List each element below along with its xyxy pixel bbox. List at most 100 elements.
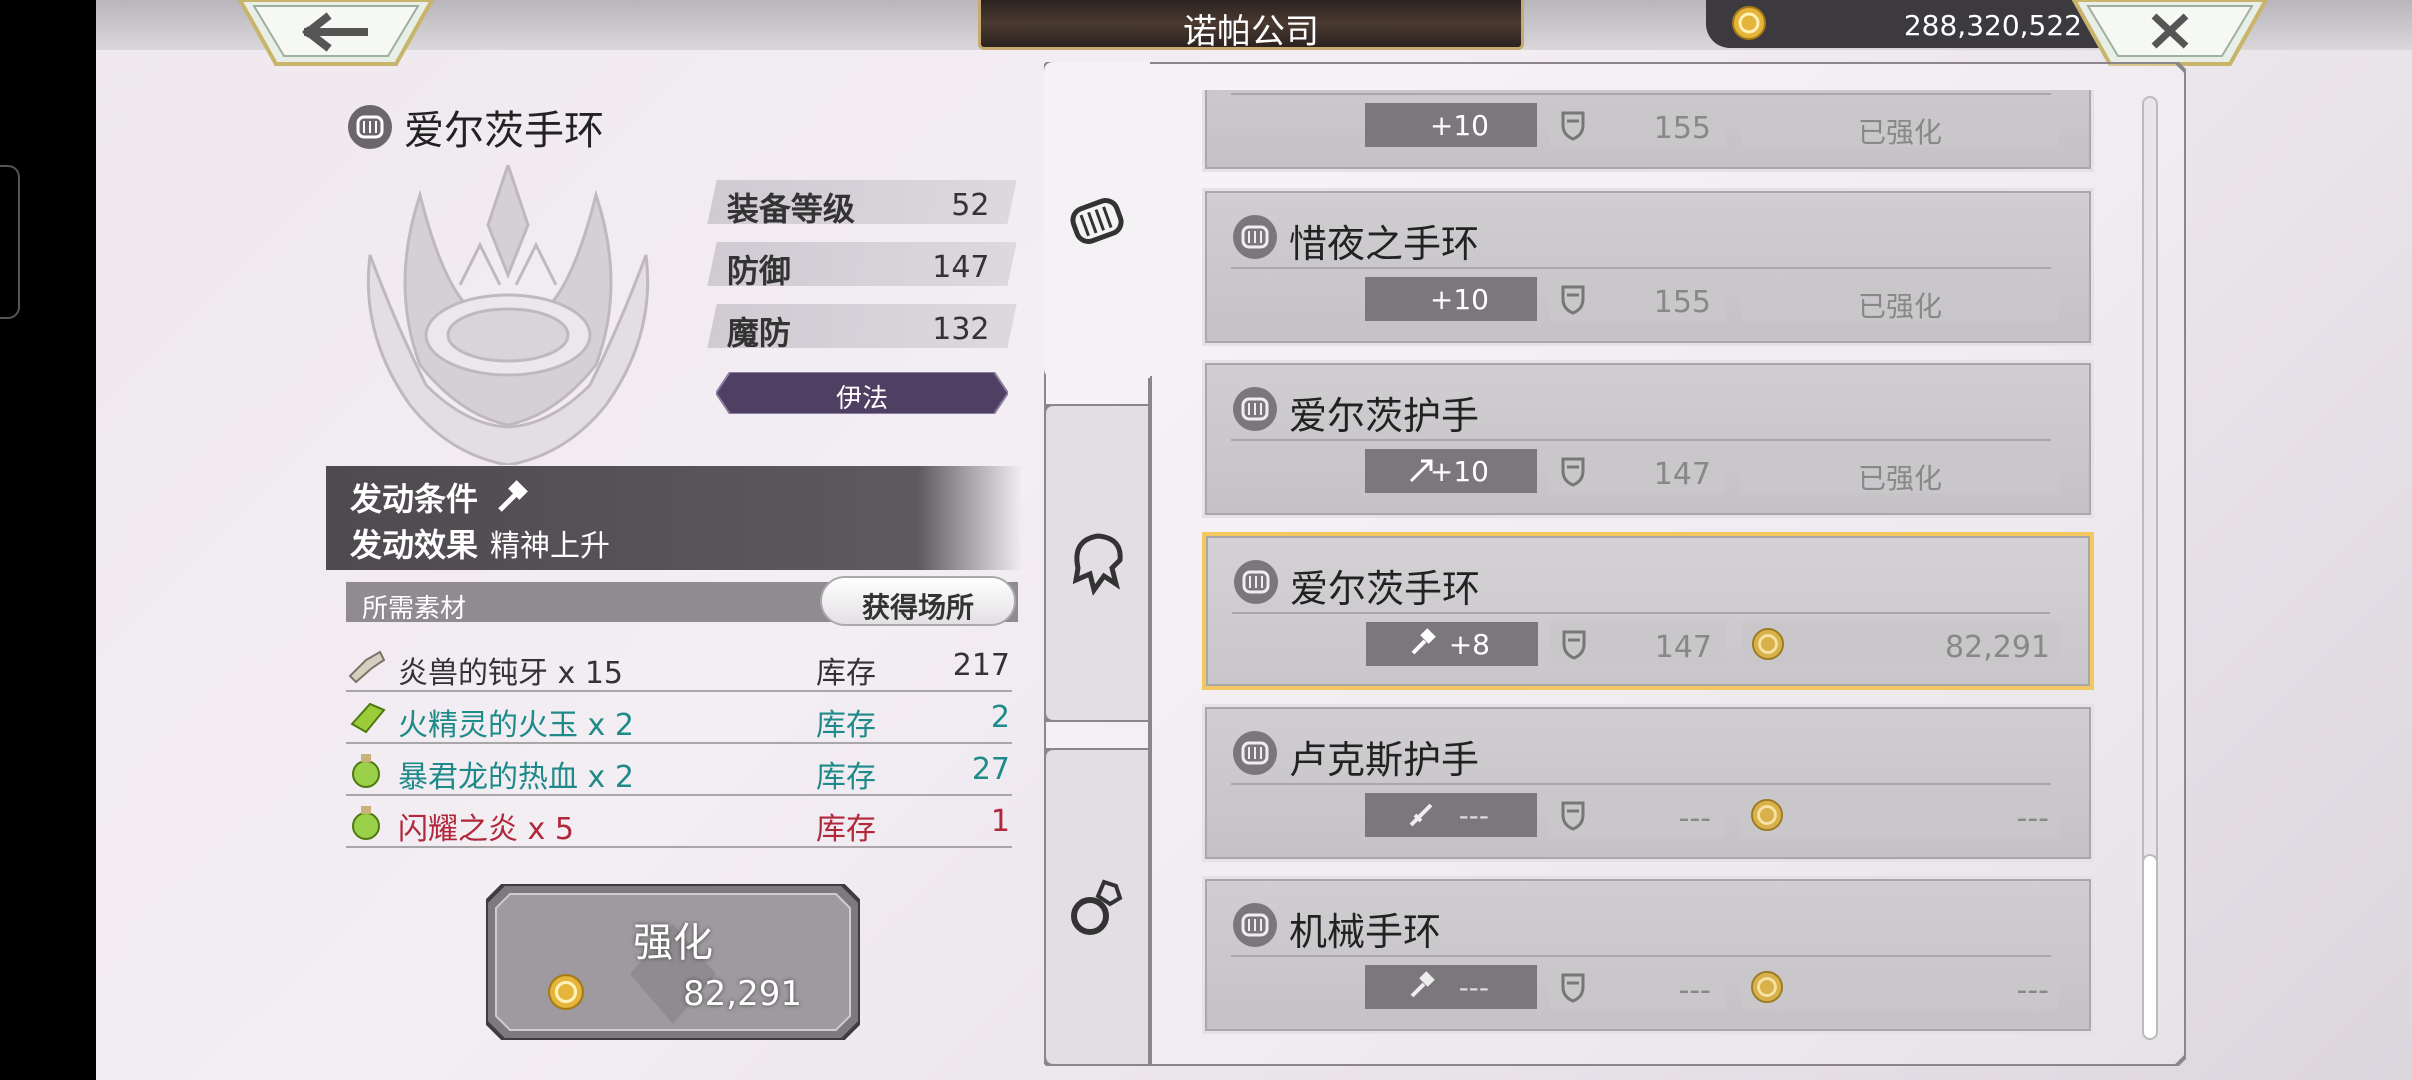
obtain-location-label: 获得场所	[861, 591, 974, 624]
shield-icon	[1557, 971, 1589, 1011]
effect-row: 发动效果 精神上升	[350, 520, 610, 566]
tab-gloves[interactable]	[1042, 402, 1152, 724]
enhance-level: +10	[1365, 103, 1537, 147]
stock-count: 2	[990, 700, 1010, 735]
gold-coin-icon	[1751, 971, 1783, 1007]
enhance-level-value: +10	[1429, 455, 1489, 488]
enhanced-status: 已强化	[1857, 462, 1942, 495]
shield-icon	[1557, 799, 1589, 839]
tab-bracelet[interactable]	[1044, 62, 1150, 378]
enhance-button[interactable]: 强化 82,291	[486, 884, 860, 1040]
status-cell: 已强化	[1741, 449, 2059, 495]
card-divider	[1231, 267, 2051, 269]
device-notch	[0, 165, 20, 319]
equipment-list[interactable]: +10 155 已强化 惜夜之手环 +10 155 已强化 爱尔茨护手 +10 147 已强化 爱尔茨…	[1196, 90, 2106, 1060]
equipment-card[interactable]: 卢克斯护手 --- --- ---	[1202, 704, 2094, 862]
defense-cell: 147	[1549, 449, 1725, 493]
card-divider	[1232, 612, 2050, 614]
bracelet-badge-icon	[1231, 213, 1279, 265]
close-button[interactable]	[2072, 0, 2268, 66]
enhance-level-value: ---	[1458, 971, 1489, 1004]
obtain-location-button[interactable]: 获得场所	[820, 576, 1016, 626]
fang-icon	[346, 646, 388, 690]
stat-label: 魔防	[726, 314, 791, 352]
stat-row-defense: 防御 147	[707, 242, 1017, 290]
character-tag: 伊法	[716, 372, 1008, 414]
card-divider	[1231, 783, 2051, 785]
shield-icon	[1557, 455, 1589, 495]
equipment-card-selected[interactable]: 爱尔茨手环 +8 147 82,291	[1202, 532, 2094, 690]
gold-coin-icon	[548, 974, 584, 1010]
enhance-level-value: +8	[1448, 628, 1490, 661]
ring-icon	[1071, 879, 1123, 935]
stock-count: 1	[990, 804, 1010, 839]
equipment-card[interactable]: 爱尔茨护手 +10 147 已强化	[1202, 360, 2094, 518]
gold-coin-icon	[1732, 6, 1766, 40]
defense-cell: ---	[1549, 793, 1725, 837]
character-tag-label: 伊法	[835, 384, 888, 414]
defense-value: 147	[1654, 630, 1712, 665]
defense-value: ---	[1678, 973, 1711, 1008]
potion-icon	[346, 802, 388, 846]
scrollbar-thumb[interactable]	[2142, 854, 2158, 1040]
stock-count: 217	[952, 648, 1010, 683]
enhance-level: ---	[1365, 965, 1537, 1009]
card-divider	[1231, 955, 2051, 957]
stat-value: 147	[931, 250, 990, 285]
gold-coin-icon	[1752, 628, 1784, 664]
back-button[interactable]	[238, 0, 434, 66]
potion-icon	[346, 750, 388, 794]
status-cell: 已强化	[1741, 277, 2059, 323]
cost-cell: ---	[1741, 793, 2059, 837]
enhance-cost-value: ---	[2016, 801, 2049, 836]
shield-icon	[1558, 628, 1590, 668]
equipment-name: 惜夜之手环	[1289, 222, 1480, 266]
hammer-icon	[1407, 971, 1437, 1008]
effect-label: 发动效果	[350, 526, 479, 564]
equipment-card[interactable]: 机械手环 --- --- ---	[1202, 876, 2094, 1034]
enhance-label: 强化	[633, 920, 713, 966]
enhance-level-value: +10	[1429, 109, 1489, 142]
hammer-icon	[1408, 628, 1438, 665]
equipment-name: 爱尔茨护手	[1289, 394, 1480, 438]
tab-ring[interactable]	[1042, 746, 1152, 1068]
bracelet-badge-icon	[1231, 385, 1279, 437]
defense-cell: 147	[1550, 622, 1726, 666]
shield-icon	[1557, 283, 1589, 323]
enhance-cost-value: 82,291	[1945, 630, 2050, 665]
material-name: 炎兽的钝牙 x 15	[398, 656, 623, 691]
enhance-level: +10	[1365, 449, 1537, 493]
shield-icon	[1557, 109, 1589, 149]
condition-label: 发动条件	[350, 480, 479, 518]
currency-amount: 288,320,522	[1903, 9, 2082, 42]
stat-row-level: 装备等级 52	[707, 180, 1017, 228]
material-name: 闪耀之炎 x 5	[398, 812, 574, 847]
card-divider	[1231, 93, 2051, 95]
skill-condition-panel: 发动条件 发动效果 精神上升	[326, 466, 1022, 570]
stat-value: 132	[931, 312, 990, 347]
stat-label: 装备等级	[726, 190, 855, 228]
equipment-card[interactable]: +10 155 已强化	[1202, 90, 2094, 172]
cost-cell: ---	[1741, 965, 2059, 1009]
bracelet-badge-icon	[1231, 729, 1279, 781]
enhance-level-value: ---	[1458, 799, 1489, 832]
page-title: 诺帕公司	[1183, 12, 1319, 52]
stock-label: 库存	[816, 708, 876, 743]
card-divider	[1231, 439, 2051, 441]
status-cell: 已强化	[1741, 103, 2059, 149]
equipment-name: 机械手环	[1289, 910, 1442, 954]
enhanced-status: 已强化	[1857, 290, 1942, 323]
enhanced-status: 已强化	[1857, 116, 1942, 149]
hammer-icon	[498, 480, 528, 512]
material-row: 暴君龙的热血 x 2 库存 27	[346, 744, 1012, 796]
currency-display: 288,320,522	[1706, 0, 2130, 48]
enhance-level-value: +10	[1429, 283, 1489, 316]
stock-label: 库存	[816, 656, 876, 691]
material-name: 火精灵的火玉 x 2	[398, 708, 634, 743]
materials-header-label: 所需素材	[362, 594, 467, 624]
equipment-card[interactable]: 惜夜之手环 +10 155 已强化	[1202, 188, 2094, 346]
bracelet-badge-icon	[1232, 558, 1280, 610]
defense-cell: ---	[1549, 965, 1725, 1009]
equipment-name: 爱尔茨手环	[1290, 567, 1481, 611]
effect-value: 精神上升	[490, 529, 611, 564]
